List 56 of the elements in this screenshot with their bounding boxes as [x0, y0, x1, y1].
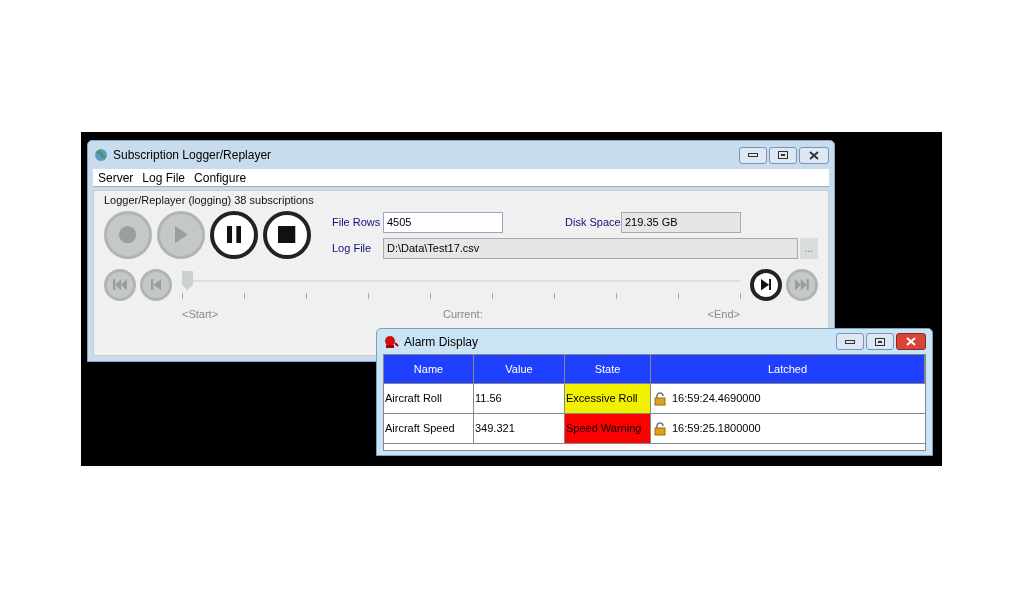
column-header[interactable]: State	[565, 355, 651, 383]
current-label: Current:	[442, 306, 483, 322]
maximize-icon	[778, 151, 788, 159]
end-label: <End>	[707, 306, 740, 322]
start-label: <Start>	[182, 306, 219, 322]
skip-start-icon	[113, 278, 127, 291]
globe-icon	[94, 148, 108, 162]
record-icon	[119, 225, 137, 244]
maximize-icon	[875, 337, 885, 346]
step-back-icon	[150, 278, 162, 291]
field-label: Log File	[332, 240, 373, 256]
step-forward-icon	[760, 278, 772, 291]
maximize-button[interactable]	[866, 333, 894, 350]
column-header[interactable]: Latched	[651, 355, 925, 383]
browse-button[interactable]: ...	[800, 237, 818, 259]
maximize-button[interactable]	[769, 146, 797, 164]
alarm-bell-icon	[383, 334, 399, 349]
file-rows-field[interactable]: 4505	[383, 211, 503, 233]
step-forward-button[interactable]	[750, 268, 782, 301]
play-icon	[174, 225, 188, 244]
stop-button[interactable]	[263, 210, 311, 259]
menu-item[interactable]: Configure	[194, 168, 247, 187]
close-icon	[809, 150, 819, 160]
window-title: Alarm Display	[404, 333, 478, 351]
field-label: File Rows	[332, 214, 382, 230]
state-cell: Excessive Roll	[565, 384, 651, 413]
slider-thumb[interactable]	[182, 270, 193, 291]
minimize-icon	[748, 153, 758, 157]
table-cell-text: 16:59:25.1800000	[672, 421, 761, 437]
disk-space-field[interactable]: 219.35 GB	[621, 211, 741, 233]
minimize-icon	[845, 339, 855, 344]
close-icon	[906, 337, 916, 346]
close-button[interactable]	[799, 146, 829, 164]
status-text: Logger/Replayer (logging) 38 subscriptions	[104, 193, 315, 208]
pause-button[interactable]	[210, 210, 258, 259]
skip-start-button[interactable]	[104, 268, 136, 301]
table-cell: Aircraft Roll	[384, 384, 474, 413]
menu-item[interactable]: Server	[98, 168, 134, 187]
minimize-button[interactable]	[739, 146, 767, 164]
menu-item[interactable]: Log File	[142, 168, 186, 187]
log-file-field[interactable]: D:\Data\Test17.csv	[383, 237, 798, 259]
pause-icon	[226, 225, 242, 244]
column-header[interactable]: Name	[384, 355, 474, 383]
table-cell: Aircraft Speed	[384, 414, 474, 443]
padlock-icon	[654, 391, 666, 406]
column-header[interactable]: Value	[474, 355, 565, 383]
close-button[interactable]	[896, 333, 926, 350]
skip-end-icon	[795, 278, 809, 291]
padlock-icon	[654, 421, 666, 436]
window-title: Subscription Logger/Replayer	[113, 147, 272, 164]
stop-icon	[278, 225, 296, 244]
state-cell: Speed Warning	[565, 414, 651, 443]
slider-track[interactable]	[182, 270, 740, 291]
field-label: Disk Space	[565, 214, 621, 230]
minimize-button[interactable]	[836, 333, 864, 350]
table-cell-text: 16:59:24.4690000	[672, 391, 761, 407]
